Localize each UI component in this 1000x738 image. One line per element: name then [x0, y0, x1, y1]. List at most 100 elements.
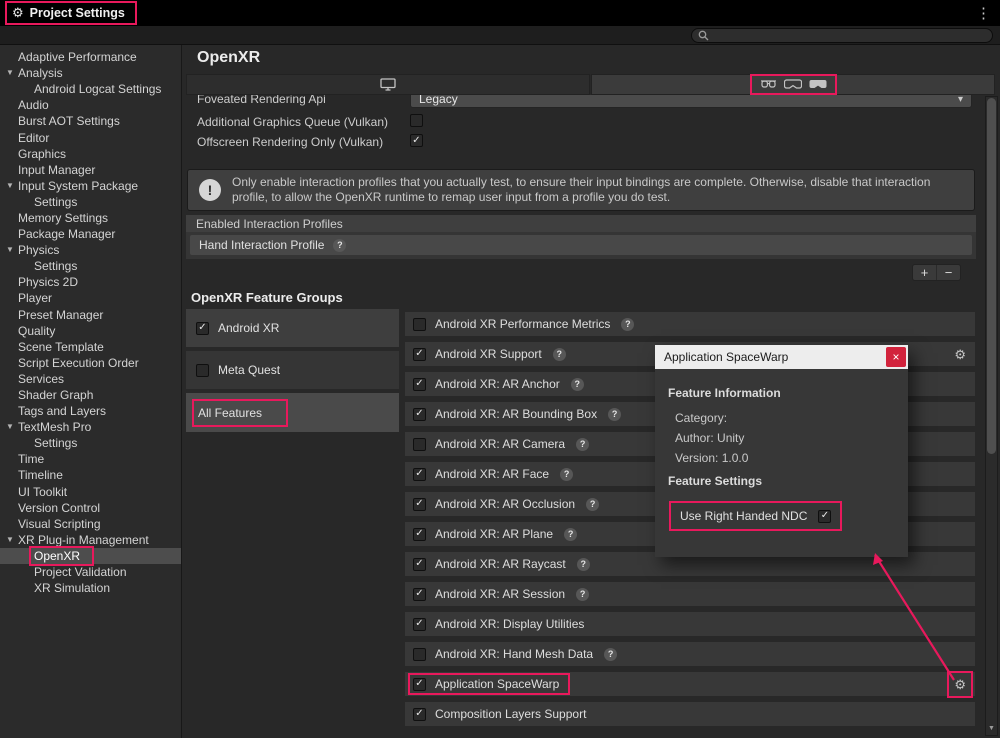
sidebar-item[interactable]: Android Logcat Settings	[0, 81, 181, 97]
help-icon[interactable]	[571, 378, 584, 391]
feature-group-row[interactable]: Android XR	[186, 309, 399, 347]
sidebar-item[interactable]: Tags and Layers	[0, 403, 181, 419]
feature-checkbox[interactable]	[413, 648, 426, 661]
sidebar-item[interactable]: Editor	[0, 129, 181, 145]
help-icon[interactable]	[586, 498, 599, 511]
sidebar-item[interactable]: Timeline	[0, 467, 181, 483]
ar-glasses-icon	[760, 79, 777, 90]
sidebar-item[interactable]: Preset Manager	[0, 307, 181, 323]
help-icon[interactable]	[560, 468, 573, 481]
openxr-settings-panel: OpenXR	[183, 45, 1000, 738]
info-box: Only enable interaction profiles that yo…	[187, 169, 975, 211]
feature-checkbox[interactable]	[413, 318, 426, 331]
sidebar-item[interactable]: Settings	[0, 258, 181, 274]
feature-checkbox[interactable]	[413, 348, 426, 361]
sidebar-item[interactable]: Physics	[0, 242, 181, 258]
tab-xr-devices[interactable]	[591, 74, 995, 95]
feature-settings-gear-icon[interactable]	[954, 678, 966, 691]
additional-graphics-queue-checkbox[interactable]	[410, 114, 423, 127]
sidebar-item[interactable]: Player	[0, 290, 181, 306]
add-profile-button[interactable]: +	[913, 265, 936, 280]
feature-group-row[interactable]: All Features	[186, 393, 399, 432]
kebab-menu-icon[interactable]	[976, 4, 991, 22]
feature-checkbox[interactable]	[413, 468, 426, 481]
sidebar-item[interactable]: OpenXR	[0, 548, 181, 564]
feature-checkbox[interactable]	[413, 678, 426, 691]
feature-checkbox[interactable]	[413, 528, 426, 541]
help-icon[interactable]	[576, 438, 589, 451]
sidebar-item[interactable]: Quality	[0, 323, 181, 339]
sidebar-item[interactable]: Package Manager	[0, 226, 181, 242]
help-icon[interactable]	[564, 528, 577, 541]
interaction-profile-row[interactable]: Hand Interaction Profile	[190, 235, 972, 255]
foveated-rendering-label: Foveated Rendering Api	[197, 95, 326, 106]
sidebar-item[interactable]: Input Manager	[0, 162, 181, 178]
offscreen-rendering-checkbox[interactable]	[410, 134, 423, 147]
search-input[interactable]	[714, 30, 986, 42]
sidebar-item[interactable]: Visual Scripting	[0, 516, 181, 532]
sidebar-item[interactable]: XR Plug-in Management	[0, 532, 181, 548]
search-box[interactable]	[691, 28, 993, 43]
sidebar-item[interactable]: Audio	[0, 97, 181, 113]
sidebar-item-label: Burst AOT Settings	[18, 114, 120, 128]
feature-checkbox[interactable]	[413, 558, 426, 571]
help-icon[interactable]	[333, 239, 346, 252]
sidebar-item[interactable]: Version Control	[0, 500, 181, 516]
sidebar-item[interactable]: TextMesh Pro	[0, 419, 181, 435]
vertical-scrollbar[interactable]	[985, 96, 998, 736]
feature-toggle: Android XR Support	[410, 345, 551, 363]
sidebar-item-label: Services	[18, 372, 64, 386]
foldout-arrow-icon[interactable]	[6, 423, 18, 431]
foldout-arrow-icon[interactable]	[6, 69, 18, 77]
sidebar-item-label: Graphics	[18, 147, 66, 161]
help-icon[interactable]	[576, 588, 589, 601]
feature-group-row[interactable]: Meta Quest	[186, 351, 399, 389]
sidebar-item[interactable]: Shader Graph	[0, 387, 181, 403]
help-icon[interactable]	[577, 558, 590, 571]
help-icon[interactable]	[604, 648, 617, 661]
feature-checkbox[interactable]	[413, 438, 426, 451]
help-icon[interactable]	[621, 318, 634, 331]
feature-checkbox[interactable]	[413, 498, 426, 511]
sidebar-item-label: Settings	[34, 436, 77, 450]
sidebar-item[interactable]: Physics 2D	[0, 274, 181, 290]
sidebar-item[interactable]: Memory Settings	[0, 210, 181, 226]
sidebar-item[interactable]: Graphics	[0, 146, 181, 162]
sidebar-item[interactable]: UI Toolkit	[0, 484, 181, 500]
sidebar-item[interactable]: Analysis	[0, 65, 181, 81]
scrollbar-thumb[interactable]	[987, 98, 996, 454]
feature-checkbox[interactable]	[413, 588, 426, 601]
feature-checkbox[interactable]	[413, 378, 426, 391]
sidebar-item[interactable]: Project Validation	[0, 564, 181, 580]
feature-checkbox[interactable]	[413, 708, 426, 721]
sidebar-item[interactable]: Burst AOT Settings	[0, 113, 181, 129]
help-icon[interactable]	[608, 408, 621, 421]
foldout-arrow-icon[interactable]	[6, 182, 18, 190]
foldout-arrow-icon[interactable]	[6, 536, 18, 544]
foveated-rendering-dropdown[interactable]: Legacy	[410, 95, 972, 108]
sidebar-item[interactable]: Settings	[0, 194, 181, 210]
sidebar-item[interactable]: Adaptive Performance	[0, 49, 181, 65]
help-icon[interactable]	[553, 348, 566, 361]
settings-scroll-area: Foveated Rendering Api Legacy Additional…	[183, 95, 983, 738]
group-checkbox[interactable]	[196, 322, 209, 335]
sidebar-item[interactable]: Input System Package	[0, 178, 181, 194]
scroll-down-icon[interactable]	[986, 722, 997, 734]
close-icon[interactable]: ×	[886, 347, 906, 367]
sidebar-item[interactable]: XR Simulation	[0, 580, 181, 596]
ndc-checkbox[interactable]	[818, 510, 831, 523]
feature-settings-gear-icon[interactable]	[954, 348, 966, 361]
tab-desktop[interactable]	[186, 74, 590, 95]
feature-label: Composition Layers Support	[435, 707, 586, 721]
group-checkbox[interactable]	[196, 364, 209, 377]
sidebar-item[interactable]: Script Execution Order	[0, 355, 181, 371]
foldout-arrow-icon[interactable]	[6, 246, 18, 254]
feature-checkbox[interactable]	[413, 618, 426, 631]
remove-profile-button[interactable]: −	[936, 265, 960, 280]
feature-checkbox[interactable]	[413, 408, 426, 421]
sidebar-item[interactable]: Settings	[0, 435, 181, 451]
sidebar-item[interactable]: Scene Template	[0, 339, 181, 355]
sidebar-item[interactable]: Time	[0, 451, 181, 467]
sidebar-item-label: Quality	[18, 324, 55, 338]
sidebar-item[interactable]: Services	[0, 371, 181, 387]
